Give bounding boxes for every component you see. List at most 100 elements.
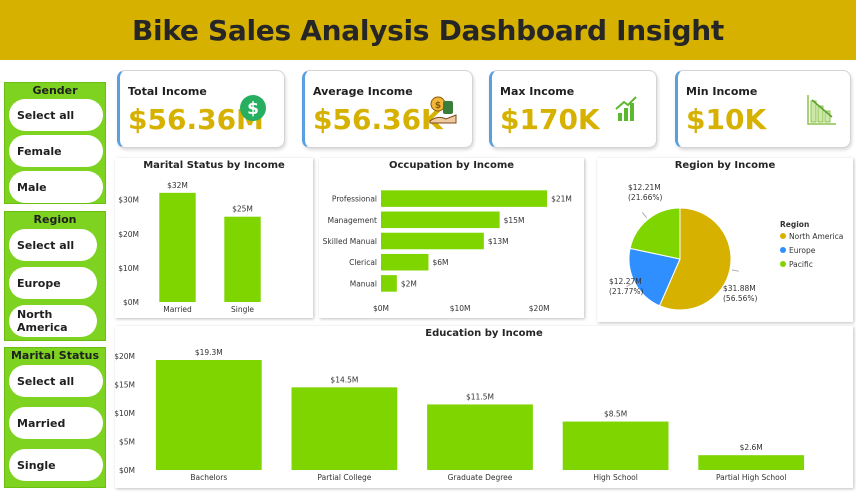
data-label: $2.6M bbox=[740, 443, 763, 452]
bar bbox=[381, 275, 397, 292]
kpi-min-income: Min Income $10K bbox=[675, 70, 851, 148]
svg-text:$: $ bbox=[247, 99, 259, 119]
y-tick-label: $20M bbox=[118, 230, 139, 239]
chart-title: Education by Income bbox=[425, 328, 543, 339]
data-label: $8.5M bbox=[604, 410, 627, 419]
data-label: $32M bbox=[167, 181, 188, 190]
bar bbox=[155, 359, 262, 470]
occupation-chart-panel: Occupation by Income Professional $21M Man… bbox=[319, 158, 584, 318]
percent-label: (21.77%) bbox=[609, 287, 644, 296]
percent-label: (56.56%) bbox=[723, 294, 758, 303]
education-chart: $0M $5M $10M $15M $20M $19.3M Bachelors $14.5M P… bbox=[114, 348, 805, 482]
kpi-average-income: Average Income $56.36K $ bbox=[302, 70, 473, 148]
gender-option-select-all[interactable]: Select all bbox=[9, 99, 103, 131]
x-tick-label: Partial College bbox=[317, 473, 371, 482]
region-chart: $31.88M(56.56%) $12.27M(21.77%) $12.21M(21… bbox=[609, 183, 843, 311]
gender-option-female[interactable]: Female bbox=[9, 135, 103, 167]
kpi-value: $56.36K bbox=[313, 103, 443, 136]
data-label: $15M bbox=[504, 216, 525, 225]
money-hand-icon: $ bbox=[429, 96, 457, 124]
region-option-north-america[interactable]: North America bbox=[9, 305, 97, 337]
data-label: $2M bbox=[401, 279, 417, 288]
y-tick-label: $10M bbox=[118, 264, 139, 273]
chart-title: Region by Income bbox=[674, 160, 776, 171]
y-tick-label: Manual bbox=[350, 279, 377, 288]
legend-title: Region bbox=[780, 220, 809, 229]
data-label: $31.88M bbox=[723, 284, 756, 293]
x-tick-label: $10M bbox=[450, 304, 471, 313]
chart-title: Occupation by Income bbox=[388, 160, 515, 171]
x-tick-label: Bachelors bbox=[190, 473, 227, 482]
dashboard-header: Bike Sales Analysis Dashboard Insight bbox=[0, 0, 856, 60]
y-tick-label: Management bbox=[328, 216, 377, 225]
data-label: $21M bbox=[551, 195, 572, 204]
x-tick-label: Single bbox=[231, 305, 254, 314]
kpi-label: Min Income bbox=[686, 85, 758, 98]
x-tick-label: $20M bbox=[529, 304, 550, 313]
marital-option-select-all[interactable]: Select all bbox=[9, 365, 103, 397]
gender-slicer: Gender Select all Female Male bbox=[4, 82, 106, 204]
data-label: $13M bbox=[488, 237, 509, 246]
leader-line bbox=[731, 269, 739, 272]
page-title: Bike Sales Analysis Dashboard Insight bbox=[131, 13, 725, 47]
data-label: $12.21M bbox=[628, 183, 661, 192]
bar bbox=[427, 404, 533, 470]
y-tick-label: $30M bbox=[118, 196, 139, 205]
kpi-max-income: Max Income $170K bbox=[489, 70, 657, 148]
dollar-circle-icon: $ bbox=[240, 95, 266, 121]
bar bbox=[698, 455, 805, 470]
data-label: $11.5M bbox=[466, 392, 494, 401]
y-tick-label: $5M bbox=[119, 438, 135, 447]
occupation-chart: Professional $21M Management $15M Skilled Ma… bbox=[323, 190, 572, 313]
y-tick-label: $0M bbox=[119, 466, 135, 475]
gender-slicer-title: Gender bbox=[32, 84, 78, 97]
marital-option-single[interactable]: Single bbox=[9, 449, 103, 481]
data-label: $14.5M bbox=[330, 375, 358, 384]
x-tick-label: Married bbox=[163, 305, 192, 314]
x-tick-label: High School bbox=[593, 473, 638, 482]
legend-label: Pacific bbox=[789, 260, 813, 269]
bar bbox=[159, 192, 196, 302]
kpi-label: Average Income bbox=[313, 85, 413, 98]
y-tick-label: $15M bbox=[115, 381, 135, 390]
data-label: $12.27M bbox=[609, 277, 642, 286]
y-tick-label: $0M bbox=[123, 298, 139, 307]
gender-option-male[interactable]: Male bbox=[9, 171, 103, 203]
kpi-value: $10K bbox=[686, 103, 767, 136]
data-label: $25M bbox=[232, 205, 253, 214]
kpi-label: Total Income bbox=[128, 85, 207, 98]
legend-label: Europe bbox=[789, 246, 816, 255]
bar-growth-icon bbox=[615, 96, 637, 121]
marital-slicer: Marital Status Select all Married Single bbox=[4, 347, 106, 488]
region-slicer: Region Select all Europe North America bbox=[4, 211, 106, 341]
bar bbox=[562, 421, 669, 470]
kpi-value: $170K bbox=[500, 103, 600, 136]
marital-slicer-title: Marital Status bbox=[10, 349, 100, 362]
bar bbox=[291, 387, 398, 470]
bar bbox=[224, 216, 261, 302]
marital-chart: $0M $10M $20M $30M $32M Married $25M Single bbox=[118, 181, 261, 314]
y-tick-label: $10M bbox=[115, 409, 135, 418]
y-tick-label: Clerical bbox=[349, 258, 377, 267]
leader-line bbox=[641, 212, 647, 219]
y-tick-label: Professional bbox=[332, 195, 377, 204]
x-tick-label: $0M bbox=[373, 304, 389, 313]
marital-chart-panel: Marital Status by Income $0M $10M $20M $30M… bbox=[115, 158, 313, 318]
region-option-europe[interactable]: Europe bbox=[9, 267, 97, 299]
legend-marker bbox=[780, 261, 786, 267]
percent-label: (21.66%) bbox=[628, 193, 663, 202]
y-tick-label: $20M bbox=[115, 352, 135, 361]
marital-option-married[interactable]: Married bbox=[9, 407, 103, 439]
kpi-label: Max Income bbox=[500, 85, 575, 98]
region-option-select-all[interactable]: Select all bbox=[9, 229, 97, 261]
x-tick-label: Partial High School bbox=[716, 473, 786, 482]
bar-decline-icon bbox=[807, 95, 836, 125]
bar bbox=[381, 253, 429, 271]
bar bbox=[381, 190, 548, 207]
region-chart-panel: Region by Income $31.88M (56.56%) $12.27M(… bbox=[597, 158, 853, 322]
x-tick-label: Graduate Degree bbox=[448, 473, 513, 482]
y-tick-label: Skilled Manual bbox=[323, 237, 377, 246]
kpi-total-income: Total Income $56.36M $ bbox=[117, 70, 285, 148]
bar bbox=[381, 232, 484, 250]
data-label: $19.3M bbox=[195, 348, 223, 357]
